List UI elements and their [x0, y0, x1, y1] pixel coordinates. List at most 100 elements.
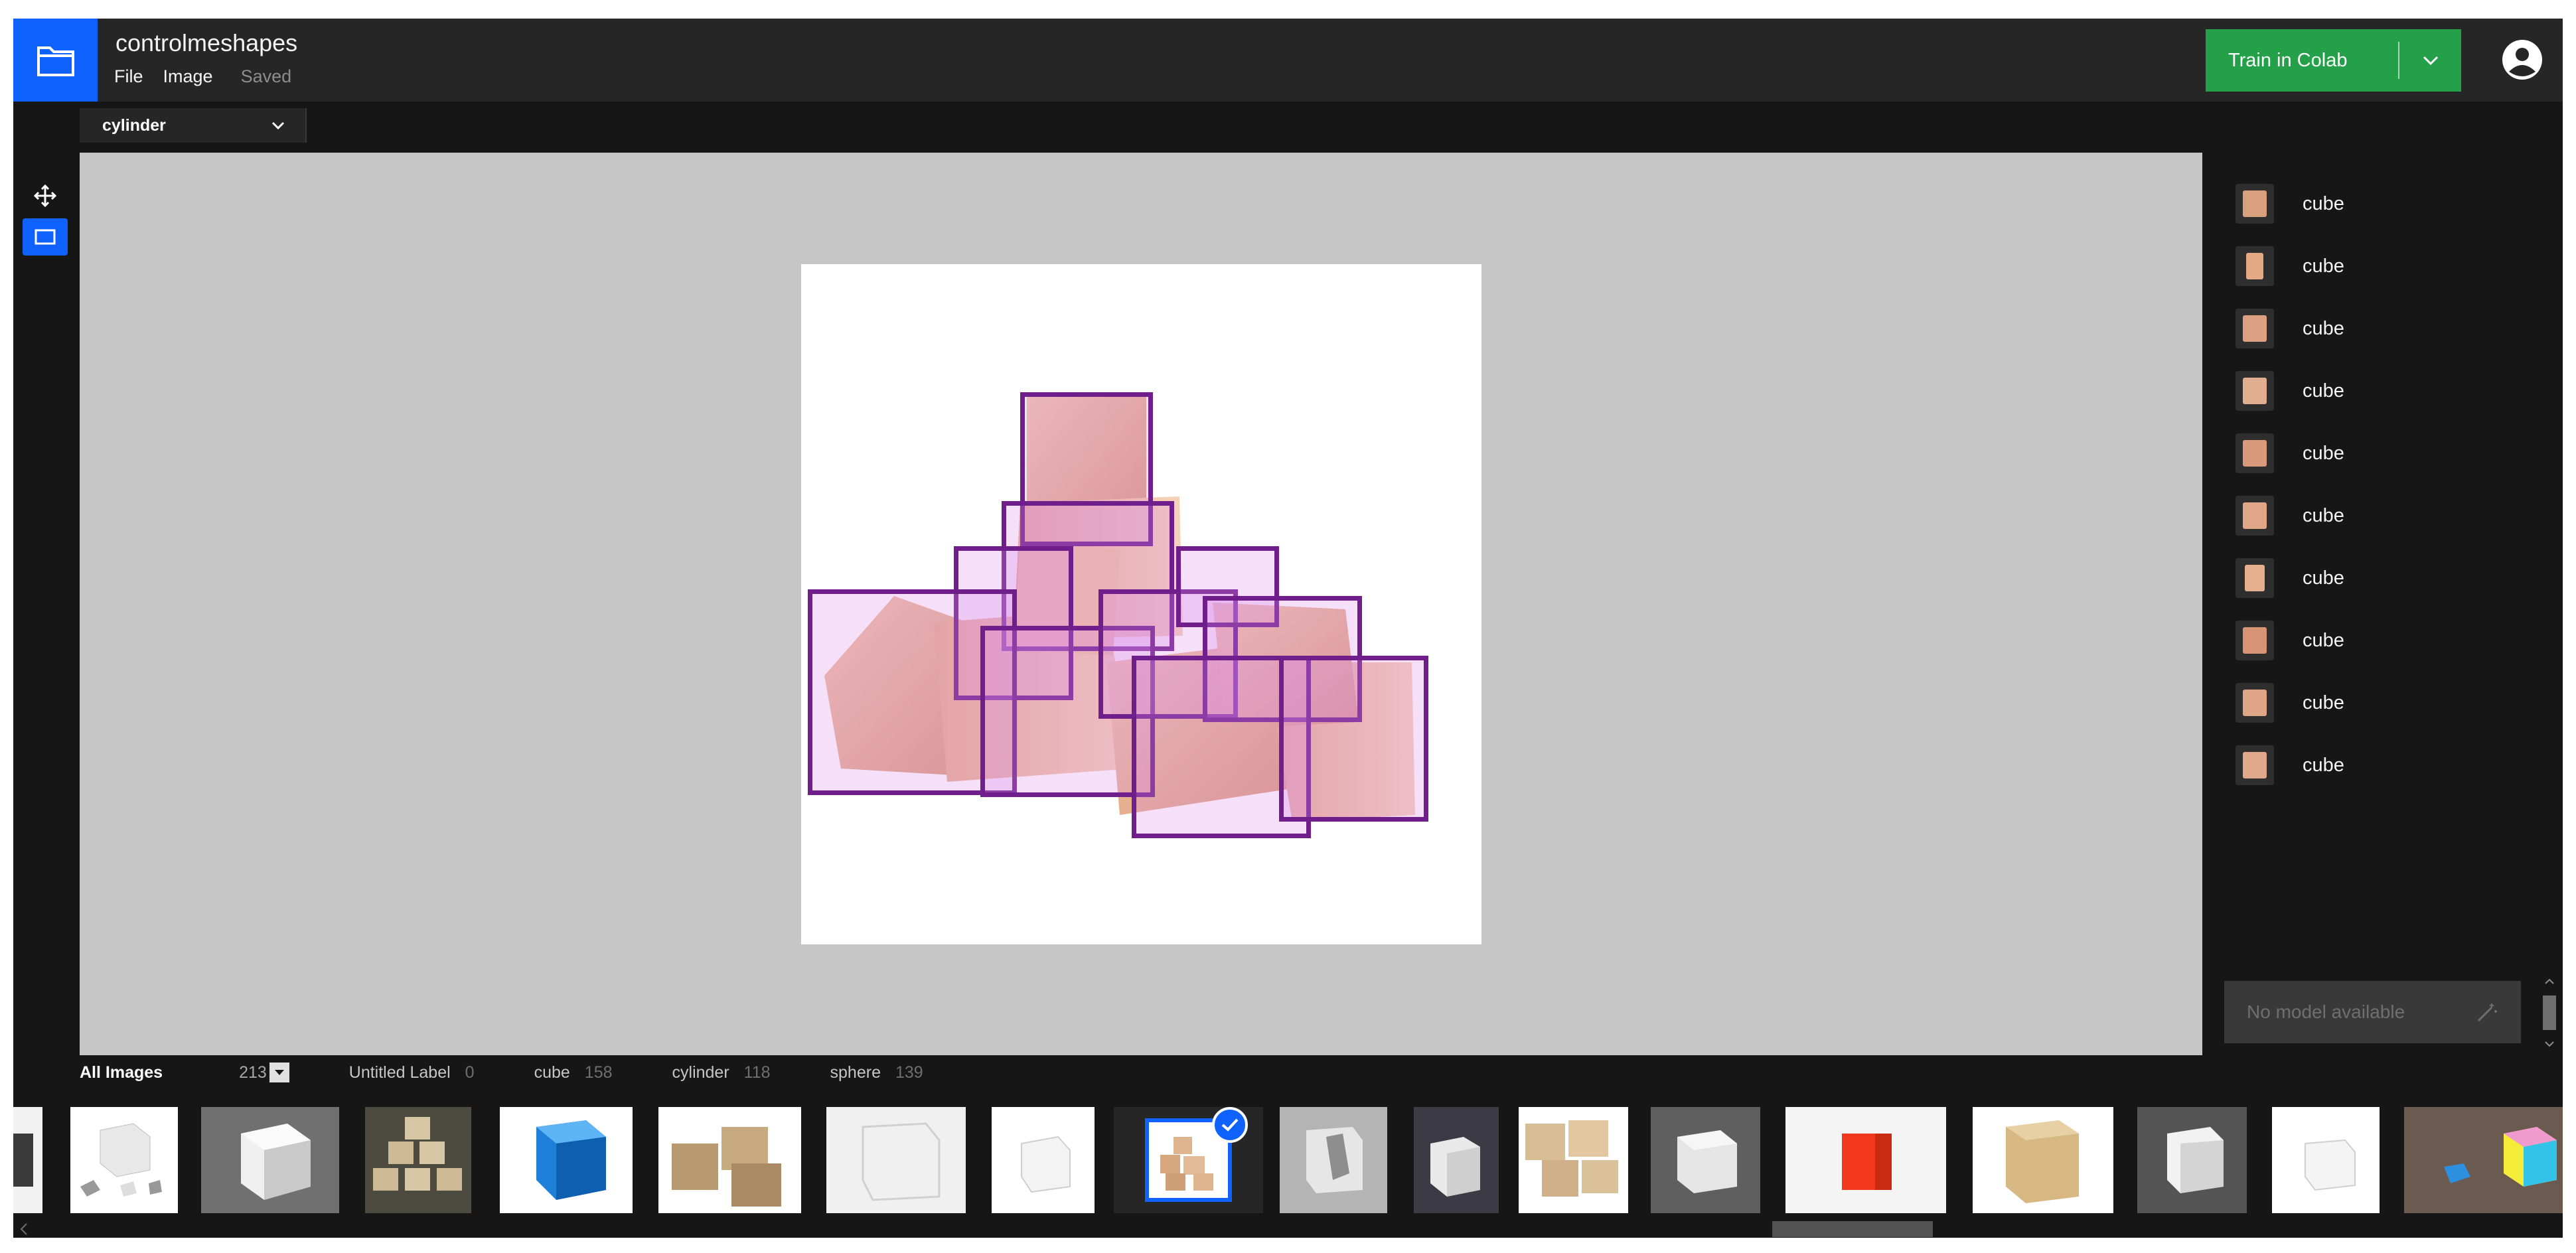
filter-count: 139: [895, 1063, 923, 1082]
object-label: cube: [2303, 567, 2344, 589]
thumbnail-image: [2006, 1120, 2079, 1203]
thumbnail-image: [13, 1134, 33, 1187]
selected-checkmark: [1212, 1107, 1248, 1143]
thumbnail-image: [1280, 1107, 1387, 1213]
user-avatar-icon[interactable]: [2500, 37, 2545, 82]
filter-cube[interactable]: cube 158: [534, 1063, 613, 1082]
object-label: cube: [2303, 692, 2344, 713]
filter-sphere[interactable]: sphere 139: [830, 1063, 923, 1082]
label-toolbar: cylinder: [13, 102, 2563, 149]
thumbnail-image: [536, 1120, 606, 1200]
label-filter-bar: All Images 213 Untitled Label 0 cube 158…: [80, 1054, 2536, 1091]
filter-name: cube: [534, 1063, 570, 1082]
train-button-label: Train in Colab: [2228, 49, 2348, 71]
object-thumbnail: [2235, 683, 2274, 723]
app-window: controlmeshapes File Image Saved Train i…: [13, 19, 2563, 1238]
filter-count: 158: [584, 1063, 613, 1082]
image-thumbnail[interactable]: [70, 1107, 178, 1213]
thumbnail-image: [80, 1123, 162, 1197]
object-thumbnail: [2235, 246, 2274, 286]
thumbnail-image: [2444, 1127, 2557, 1187]
menu-bar: File Image Saved: [114, 66, 311, 87]
objects-panel: cube cube cube cube cube cube cube cube: [2202, 149, 2563, 1072]
thumbnail-image: [241, 1124, 311, 1200]
image-thumbnail[interactable]: [1280, 1107, 1387, 1213]
image-thumbnail[interactable]: [201, 1107, 339, 1213]
bounding-box-tool[interactable]: [23, 218, 68, 256]
object-item[interactable]: cube: [2235, 184, 2501, 224]
object-label: cube: [2303, 754, 2344, 776]
image-thumbnail[interactable]: [2404, 1107, 2563, 1213]
selected-label: cylinder: [102, 115, 166, 135]
object-thumbnail: [2235, 309, 2274, 348]
train-in-colab-button[interactable]: Train in Colab: [2206, 29, 2461, 92]
object-thumbnail: [2235, 371, 2274, 411]
image-thumbnail[interactable]: [826, 1107, 966, 1213]
filter-all-images[interactable]: All Images: [80, 1063, 163, 1082]
save-status: Saved: [240, 66, 292, 86]
object-item[interactable]: cube: [2235, 621, 2501, 660]
thumbnail-image: [1525, 1120, 1618, 1197]
object-label: cube: [2303, 317, 2344, 339]
image-thumbnail-strip: [13, 1094, 2563, 1220]
filter-cylinder[interactable]: cylinder 118: [672, 1063, 771, 1082]
menu-file[interactable]: File: [114, 66, 143, 87]
move-icon: [34, 184, 56, 207]
image-thumbnail[interactable]: [658, 1107, 801, 1213]
image-thumbnail[interactable]: [2272, 1107, 2380, 1213]
image-thumbnail[interactable]: [992, 1107, 1095, 1213]
annotation-box[interactable]: [1279, 656, 1428, 822]
menu-image[interactable]: Image: [163, 66, 213, 87]
panel-scrollbar[interactable]: [2540, 974, 2559, 1054]
chevron-down-icon: [274, 1070, 284, 1075]
thumbnail-image: [1677, 1130, 1737, 1193]
bounding-box-icon: [35, 229, 56, 245]
image-thumbnail[interactable]: [365, 1107, 471, 1213]
image-thumbnail[interactable]: [2137, 1107, 2247, 1213]
object-thumbnail: [2235, 496, 2274, 536]
object-item[interactable]: cube: [2235, 246, 2501, 286]
image-under-annotation: [801, 264, 1481, 944]
image-thumbnail[interactable]: [13, 1107, 42, 1213]
image-thumbnail[interactable]: [1651, 1107, 1760, 1213]
object-item[interactable]: cube: [2235, 433, 2501, 473]
move-tool[interactable]: [23, 177, 68, 214]
filter-count: 118: [743, 1063, 771, 1082]
scrollbar-thumb[interactable]: [1772, 1221, 1933, 1237]
object-label: cube: [2303, 629, 2344, 651]
chevron-left-icon[interactable]: [17, 1221, 31, 1237]
magic-wand-icon[interactable]: [2476, 1001, 2498, 1023]
thumbnail-image: [862, 1122, 941, 1201]
filter-count: 0: [465, 1063, 475, 1082]
image-count-select[interactable]: 213: [239, 1063, 289, 1082]
folder-button[interactable]: [13, 19, 98, 102]
label-select[interactable]: cylinder: [80, 108, 307, 143]
object-item[interactable]: cube: [2235, 683, 2501, 723]
image-thumbnail[interactable]: [1785, 1107, 1946, 1213]
object-label: cube: [2303, 504, 2344, 526]
object-item[interactable]: cube: [2235, 371, 2501, 411]
image-thumbnail[interactable]: [500, 1107, 633, 1213]
image-thumbnail[interactable]: [1973, 1107, 2113, 1213]
object-item[interactable]: cube: [2235, 558, 2501, 598]
checkmark-icon: [1221, 1118, 1239, 1132]
folder-icon: [37, 46, 74, 76]
model-select[interactable]: No model available: [2224, 981, 2521, 1043]
header: controlmeshapes File Image Saved Train i…: [13, 19, 2563, 102]
filter-untitled-label[interactable]: Untitled Label 0: [349, 1063, 475, 1082]
image-count: 213: [239, 1063, 267, 1082]
count-dropdown[interactable]: [269, 1063, 289, 1082]
thumbnail-scrollbar[interactable]: [13, 1220, 2563, 1238]
image-thumbnail[interactable]: [1519, 1107, 1628, 1213]
object-item[interactable]: cube: [2235, 309, 2501, 348]
object-item[interactable]: cube: [2235, 745, 2501, 785]
annotation-canvas[interactable]: [80, 153, 2202, 1055]
object-thumbnail: [2235, 433, 2274, 473]
train-dropdown-toggle[interactable]: [2399, 54, 2461, 66]
image-thumbnail[interactable]: [1414, 1107, 1499, 1213]
thumbnail-image: [1430, 1137, 1480, 1197]
object-item[interactable]: cube: [2235, 496, 2501, 536]
filter-name: cylinder: [672, 1063, 729, 1082]
filter-name: sphere: [830, 1063, 881, 1082]
object-label: cube: [2303, 442, 2344, 464]
